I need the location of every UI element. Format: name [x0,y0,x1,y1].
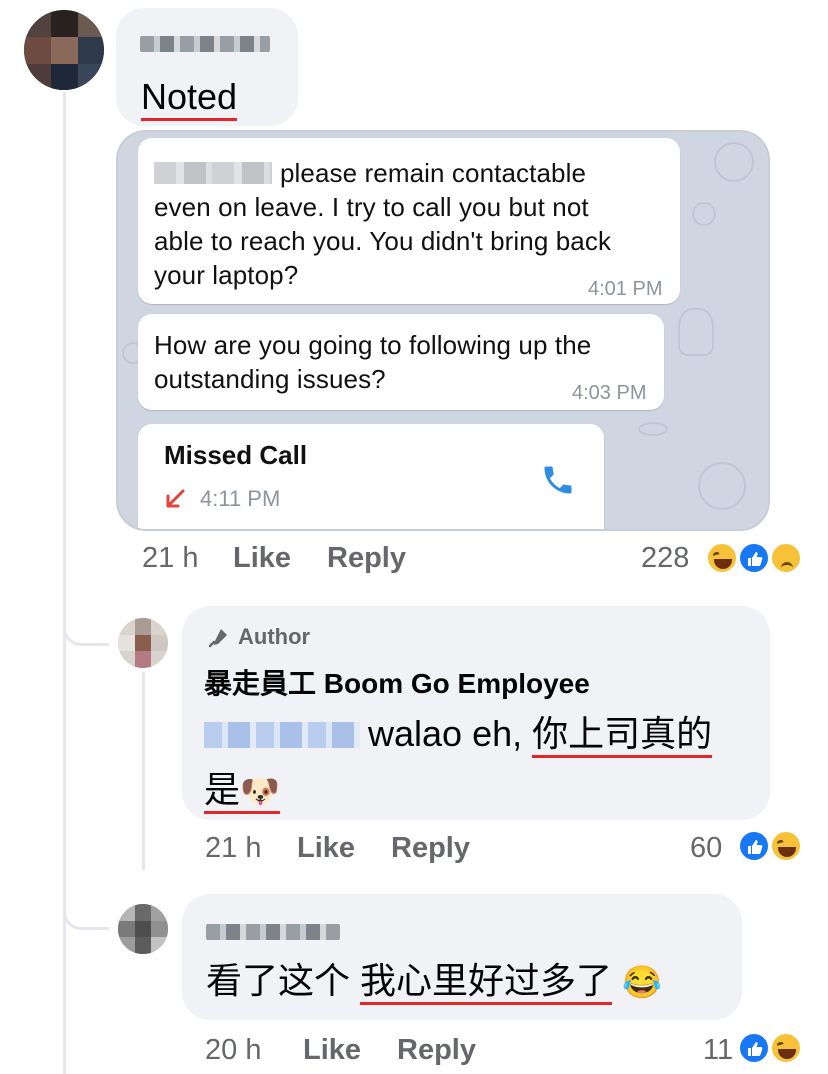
reaction-count[interactable]: 11 [703,1034,733,1067]
reaction-count[interactable]: 60 [690,832,722,865]
redacted-name [154,162,272,184]
comment-timestamp[interactable]: 21 h [205,832,261,865]
chat-message: please remain contactable even on leave.… [138,138,680,304]
like-button[interactable]: Like [303,1034,361,1067]
comment-timestamp[interactable]: 21 h [142,542,198,575]
author-name[interactable]: 暴走員工 Boom Go Employee [204,662,590,702]
like-icon [738,830,770,862]
reply-button[interactable]: Reply [397,1034,476,1067]
missed-call-title: Missed Call [164,440,308,470]
blurred-author-name[interactable] [206,924,340,940]
comment-bubble: Author 暴走員工 Boom Go Employee walao eh, 你… [182,606,770,820]
comment-bubble: Noted [116,8,298,126]
comment-text: 看了这个 我心里好过多了 😂 [206,958,662,1005]
like-icon [738,542,770,574]
sad-icon [770,542,802,574]
comment-bubble: 看了这个 我心里好过多了 😂 [182,894,742,1020]
tagged-user-mention[interactable] [204,722,360,748]
chat-message: How are you going to following up the ou… [138,314,664,410]
comment-text: Noted [141,76,238,121]
author-badge-icon [208,629,227,648]
missed-call-card[interactable]: Missed Call 4:11 PM [138,424,604,529]
avatar[interactable] [118,904,168,954]
haha-icon [706,542,738,574]
missed-call-time: 4:11 PM [200,486,281,511]
avatar[interactable] [118,618,168,668]
message-time: 4:03 PM [572,382,647,404]
doodle-icon [692,202,716,226]
avatar[interactable] [24,10,104,90]
like-icon [738,1032,770,1064]
doodle-icon [678,308,714,356]
phone-icon[interactable] [540,462,576,498]
like-button[interactable]: Like [297,832,355,865]
author-badge: Author [238,624,311,649]
attached-screenshot[interactable]: please remain contactable even on leave.… [116,130,770,531]
thread-connector [63,908,109,930]
doodle-icon [698,462,746,510]
haha-icon [770,830,802,862]
thread-line [63,92,66,1074]
haha-icon [770,1032,802,1064]
doodle-icon [638,422,668,436]
reaction-count[interactable]: 228 [641,542,689,575]
dog-emoji-icon: 🐶 [240,773,280,809]
comment-text: walao eh, 你上司真的 是🐶 [204,706,764,819]
like-button[interactable]: Like [233,542,291,575]
doodle-icon [714,142,754,182]
chat-message-text: please remain contactable even on leave.… [154,158,612,290]
reply-button[interactable]: Reply [327,542,406,575]
reply-button[interactable]: Reply [391,832,470,865]
laughing-emoji-icon: 😂 [622,964,662,1000]
thread-line [142,672,145,870]
thread-connector [63,624,109,646]
comment-timestamp[interactable]: 20 h [205,1034,261,1067]
missed-call-arrow-icon [166,489,185,508]
message-time: 4:01 PM [588,278,663,300]
blurred-author-name[interactable] [140,36,270,52]
